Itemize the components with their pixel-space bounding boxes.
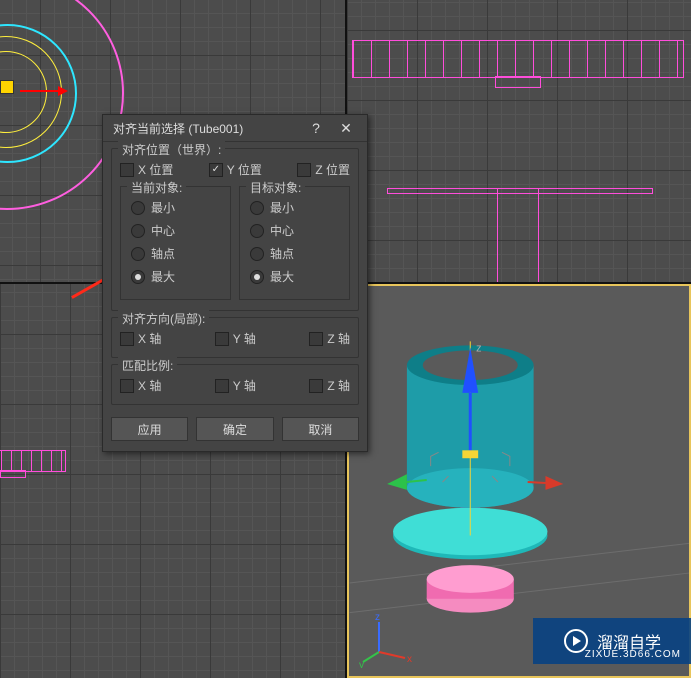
- checkbox-icon: [120, 379, 134, 393]
- checkbox-x-position[interactable]: X 位置: [120, 161, 173, 178]
- checkbox-label: X 轴: [138, 377, 161, 394]
- radio-label: 轴点: [151, 245, 175, 262]
- tripod-z: z: [375, 612, 380, 623]
- checkbox-label: Y 轴: [233, 330, 256, 347]
- radio-label: 最小: [151, 199, 175, 216]
- checkbox-icon: [309, 332, 323, 346]
- watermark-sub: ZIXUE.3D66.COM: [585, 649, 681, 660]
- viewport-front[interactable]: [347, 0, 691, 282]
- radio-current-max[interactable]: 最大: [131, 268, 220, 285]
- close-button[interactable]: ✕: [331, 117, 361, 139]
- tripod-y: y: [359, 660, 364, 668]
- geom-rect-1: [495, 76, 541, 88]
- checkbox-scale-z[interactable]: Z 轴: [309, 377, 350, 394]
- checkbox-label: Z 位置: [315, 161, 350, 178]
- checkbox-label: X 位置: [138, 161, 173, 178]
- radio-current-pivot[interactable]: 轴点: [131, 245, 220, 262]
- group-label-scale: 匹配比例:: [118, 357, 177, 374]
- checkbox-icon: [120, 332, 134, 346]
- radio-label: 最大: [151, 268, 175, 285]
- tripod-x: x: [407, 654, 412, 665]
- gizmo-x-arrow: [20, 90, 60, 92]
- radio-icon: [131, 270, 145, 284]
- radio-target-center[interactable]: 中心: [250, 222, 339, 239]
- align-dialog: 对齐当前选择 (Tube001) ? ✕ 对齐位置（世界）: X 位置 Y 位置…: [102, 114, 368, 452]
- group-label-position: 对齐位置（世界）:: [118, 141, 225, 158]
- subgroup-target-object: 目标对象: 最小 中心 轴点 最大: [239, 186, 350, 300]
- apply-button[interactable]: 应用: [111, 417, 188, 441]
- radio-current-min[interactable]: 最小: [131, 199, 220, 216]
- checkbox-label: Y 轴: [233, 377, 256, 394]
- radio-label: 最大: [270, 268, 294, 285]
- radio-target-min[interactable]: 最小: [250, 199, 339, 216]
- radio-icon: [250, 224, 264, 238]
- ok-button[interactable]: 确定: [196, 417, 273, 441]
- geom-tube-section: [352, 40, 684, 78]
- geom-rect-4: [0, 470, 26, 478]
- checkbox-icon: [309, 379, 323, 393]
- group-align-orientation: 对齐方向(局部): X 轴 Y 轴 Z 轴: [111, 317, 359, 358]
- radio-label: 最小: [270, 199, 294, 216]
- checkbox-label: Y 位置: [227, 161, 262, 178]
- radio-target-max[interactable]: 最大: [250, 268, 339, 285]
- radio-icon: [250, 270, 264, 284]
- radio-label: 轴点: [270, 245, 294, 262]
- dialog-titlebar[interactable]: 对齐当前选择 (Tube001) ? ✕: [103, 115, 367, 142]
- geom-tube-section-2: [0, 450, 66, 472]
- dialog-title: 对齐当前选择 (Tube001): [113, 120, 301, 137]
- checkbox-orient-z[interactable]: Z 轴: [309, 330, 350, 347]
- radio-current-center[interactable]: 中心: [131, 222, 220, 239]
- checkbox-icon: [215, 332, 229, 346]
- subgroup-label-current: 当前对象:: [127, 179, 186, 196]
- radio-label: 中心: [151, 222, 175, 239]
- checkbox-icon: [215, 379, 229, 393]
- radio-target-pivot[interactable]: 轴点: [250, 245, 339, 262]
- checkbox-scale-x[interactable]: X 轴: [120, 377, 161, 394]
- checkbox-icon: [209, 163, 223, 177]
- radio-icon: [131, 224, 145, 238]
- radio-icon: [131, 201, 145, 215]
- geom-rect-2: [497, 188, 539, 282]
- gizmo-z-label: z: [476, 342, 481, 354]
- radio-icon: [250, 201, 264, 215]
- group-align-position: 对齐位置（世界）: X 位置 Y 位置 Z 位置 当前对象: 最小 中心 轴点 …: [111, 148, 359, 311]
- checkbox-label: Z 轴: [327, 377, 350, 394]
- checkbox-icon: [120, 163, 134, 177]
- gizmo-center: [0, 80, 14, 94]
- checkbox-icon: [297, 163, 311, 177]
- checkbox-z-position[interactable]: Z 位置: [297, 161, 350, 178]
- watermark: 溜溜自学 ZIXUE.3D66.COM: [533, 618, 691, 664]
- subgroup-current-object: 当前对象: 最小 中心 轴点 最大: [120, 186, 231, 300]
- checkbox-label: Z 轴: [327, 330, 350, 347]
- checkbox-orient-x[interactable]: X 轴: [120, 330, 161, 347]
- radio-icon: [131, 247, 145, 261]
- checkbox-orient-y[interactable]: Y 轴: [215, 330, 256, 347]
- checkbox-label: X 轴: [138, 330, 161, 347]
- radio-label: 中心: [270, 222, 294, 239]
- geom-rect-3: [387, 188, 653, 194]
- radio-icon: [250, 247, 264, 261]
- group-match-scale: 匹配比例: X 轴 Y 轴 Z 轴: [111, 364, 359, 405]
- checkbox-y-position[interactable]: Y 位置: [209, 161, 262, 178]
- cancel-button[interactable]: 取消: [282, 417, 359, 441]
- subgroup-label-target: 目标对象:: [246, 179, 305, 196]
- help-button[interactable]: ?: [301, 117, 331, 139]
- axis-tripod: z y x: [359, 608, 419, 668]
- checkbox-scale-y[interactable]: Y 轴: [215, 377, 256, 394]
- group-label-orientation: 对齐方向(局部):: [118, 310, 209, 327]
